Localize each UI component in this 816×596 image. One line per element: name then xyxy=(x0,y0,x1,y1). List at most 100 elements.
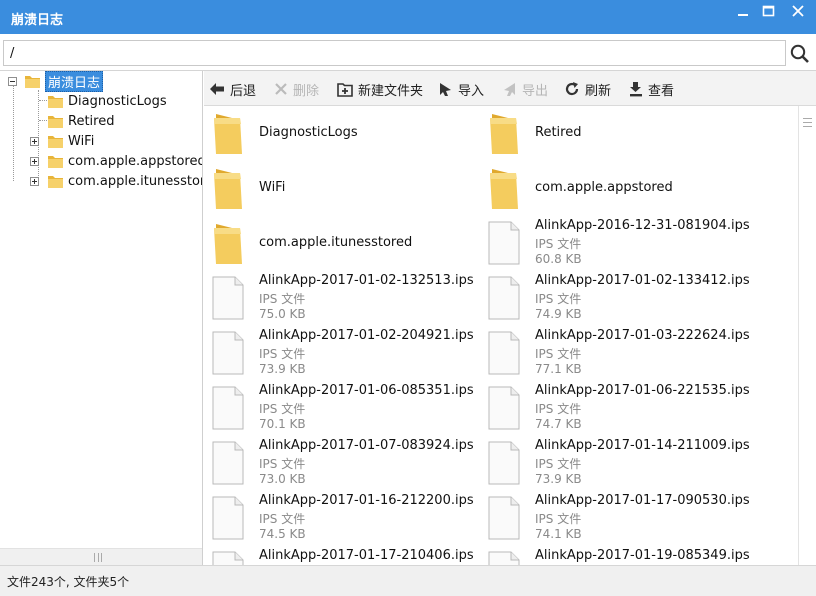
folder-icon xyxy=(48,96,63,108)
folder-item[interactable]: com.apple.itunesstored xyxy=(204,216,480,271)
file-item[interactable]: AlinkApp-2017-01-16-212200.ips IPS 文件 74.5… xyxy=(204,491,480,546)
folder-name: WiFi xyxy=(259,180,286,195)
close-icon[interactable] xyxy=(786,4,810,20)
folder-item[interactable]: DiagnosticLogs xyxy=(204,106,480,161)
scroll-grip-icon[interactable] xyxy=(94,553,102,562)
file-item[interactable]: AlinkApp-2017-01-02-204921.ips IPS 文件 73.9… xyxy=(204,326,480,381)
expand-toggle-icon[interactable] xyxy=(30,156,39,166)
arrow-left-icon xyxy=(210,83,224,95)
view-label: 查看 xyxy=(648,83,675,99)
file-item[interactable]: AlinkApp-2017-01-14-211009.ips IPS 文件 73.9… xyxy=(480,436,756,491)
document-icon xyxy=(210,550,246,565)
file-item[interactable]: AlinkApp-2017-01-07-083924.ips IPS 文件 73.0… xyxy=(204,436,480,491)
folder-name: DiagnosticLogs xyxy=(259,125,358,140)
file-item[interactable]: AlinkApp-2017-01-03-222624.ips IPS 文件 77.1… xyxy=(480,326,756,381)
document-icon xyxy=(486,550,522,565)
expand-toggle-icon[interactable] xyxy=(30,136,39,146)
tree-item-label: WiFi xyxy=(68,133,95,149)
minimize-icon[interactable] xyxy=(731,4,755,20)
file-list: DiagnosticLogs Retired WiFi com.apple.appst… xyxy=(204,106,798,565)
file-size: 74.5 KB xyxy=(259,527,306,541)
file-name: AlinkApp-2016-12-31-081904.ips xyxy=(535,218,750,233)
export-button[interactable]: 导出 xyxy=(502,80,549,99)
back-button[interactable]: 后退 xyxy=(209,80,256,99)
document-icon xyxy=(486,495,522,541)
file-item[interactable]: AlinkApp-2017-01-02-133412.ips IPS 文件 74.9… xyxy=(480,271,756,326)
file-name: AlinkApp-2017-01-16-212200.ips xyxy=(259,493,474,508)
file-type: IPS 文件 xyxy=(259,347,306,361)
tree-root[interactable]: 崩溃日志 xyxy=(8,71,104,92)
maximize-icon[interactable] xyxy=(756,4,780,20)
scroll-grip-icon[interactable] xyxy=(803,118,812,127)
file-item[interactable]: AlinkApp-2017-01-02-132513.ips IPS 文件 75.0… xyxy=(204,271,480,326)
document-icon xyxy=(210,495,246,541)
new-folder-button[interactable]: 新建文件夹 xyxy=(337,80,423,99)
file-name: AlinkApp-2017-01-19-085349.ips xyxy=(535,548,750,563)
folder-icon xyxy=(210,165,246,211)
file-name: AlinkApp-2017-01-07-083924.ips xyxy=(259,438,474,453)
refresh-label: 刷新 xyxy=(585,83,612,99)
file-size: 77.1 KB xyxy=(535,362,582,376)
path-bar xyxy=(0,34,816,71)
tree-item-diagnosticlogs[interactable]: DiagnosticLogs xyxy=(47,91,167,111)
file-item[interactable]: AlinkApp-2016-12-31-081904.ips IPS 文件 60.8… xyxy=(480,216,756,271)
document-icon xyxy=(210,440,246,486)
refresh-button[interactable]: 刷新 xyxy=(564,80,612,99)
new-folder-icon xyxy=(337,82,353,97)
title-bar: 崩溃日志 xyxy=(0,0,816,34)
file-size: 74.9 KB xyxy=(535,307,582,321)
view-button[interactable]: 查看 xyxy=(629,80,675,99)
folder-icon xyxy=(48,136,63,148)
delete-button[interactable]: 删除 xyxy=(274,80,320,99)
document-icon xyxy=(210,385,246,431)
toolbar: 后退 删除 新建文件夹 导入 导出 刷新 查看 xyxy=(204,71,816,106)
file-name: AlinkApp-2017-01-06-221535.ips xyxy=(535,383,750,398)
file-name: AlinkApp-2017-01-02-204921.ips xyxy=(259,328,474,343)
file-size: 74.7 KB xyxy=(535,417,582,431)
tree-item-itunesstored[interactable]: com.apple.itunesstored xyxy=(30,171,202,191)
file-type: IPS 文件 xyxy=(259,457,306,471)
folder-item[interactable]: Retired xyxy=(480,106,756,161)
file-name: AlinkApp-2017-01-17-090530.ips xyxy=(535,493,750,508)
file-item[interactable]: AlinkApp-2017-01-06-085351.ips IPS 文件 70.1… xyxy=(204,381,480,436)
file-type: IPS 文件 xyxy=(535,292,582,306)
import-button[interactable]: 导入 xyxy=(438,80,484,99)
folder-item[interactable]: WiFi xyxy=(204,161,480,216)
file-size: 73.9 KB xyxy=(535,472,582,486)
file-item[interactable]: AlinkApp-2017-01-17-090530.ips IPS 文件 74.1… xyxy=(480,491,756,546)
path-input[interactable] xyxy=(3,40,786,66)
window-title: 崩溃日志 xyxy=(11,13,64,28)
file-name: AlinkApp-2017-01-06-085351.ips xyxy=(259,383,474,398)
file-size: 74.1 KB xyxy=(535,527,582,541)
file-type: IPS 文件 xyxy=(259,292,306,306)
file-item[interactable]: AlinkApp-2017-01-19-085349.ipsIPS 文件 xyxy=(480,546,756,565)
folder-icon xyxy=(210,110,246,156)
import-icon xyxy=(440,82,451,96)
file-size: 73.9 KB xyxy=(259,362,306,376)
folder-icon xyxy=(486,165,522,211)
export-label: 导出 xyxy=(522,83,549,99)
collapse-toggle-icon[interactable] xyxy=(8,76,17,86)
file-size: 73.0 KB xyxy=(259,472,306,486)
expand-toggle-icon[interactable] xyxy=(30,176,39,186)
document-icon xyxy=(210,275,246,321)
delete-x-icon xyxy=(275,83,287,95)
tree-item-retired[interactable]: Retired xyxy=(47,111,114,131)
file-list-vertical-scrollbar[interactable] xyxy=(798,106,816,565)
delete-label: 删除 xyxy=(293,83,320,99)
document-icon xyxy=(486,220,522,266)
search-icon[interactable] xyxy=(789,43,811,65)
status-text: 文件243个, 文件夹5个 xyxy=(7,575,130,589)
tree-horizontal-scrollbar[interactable] xyxy=(0,548,202,565)
file-item[interactable]: AlinkApp-2017-01-17-210406.ipsIPS 文件 xyxy=(204,546,480,565)
file-name: AlinkApp-2017-01-14-211009.ips xyxy=(535,438,750,453)
export-icon xyxy=(504,82,515,96)
status-bar: 文件243个, 文件夹5个 xyxy=(0,565,816,596)
file-type: IPS 文件 xyxy=(535,347,582,361)
file-item[interactable]: AlinkApp-2017-01-06-221535.ips IPS 文件 74.7… xyxy=(480,381,756,436)
tree-item-wifi[interactable]: WiFi xyxy=(30,131,94,151)
folder-icon xyxy=(48,116,63,128)
tree-item-label: com.apple.appstored xyxy=(68,153,203,169)
tree-item-appstored[interactable]: com.apple.appstored xyxy=(30,151,203,171)
folder-item[interactable]: com.apple.appstored xyxy=(480,161,756,216)
